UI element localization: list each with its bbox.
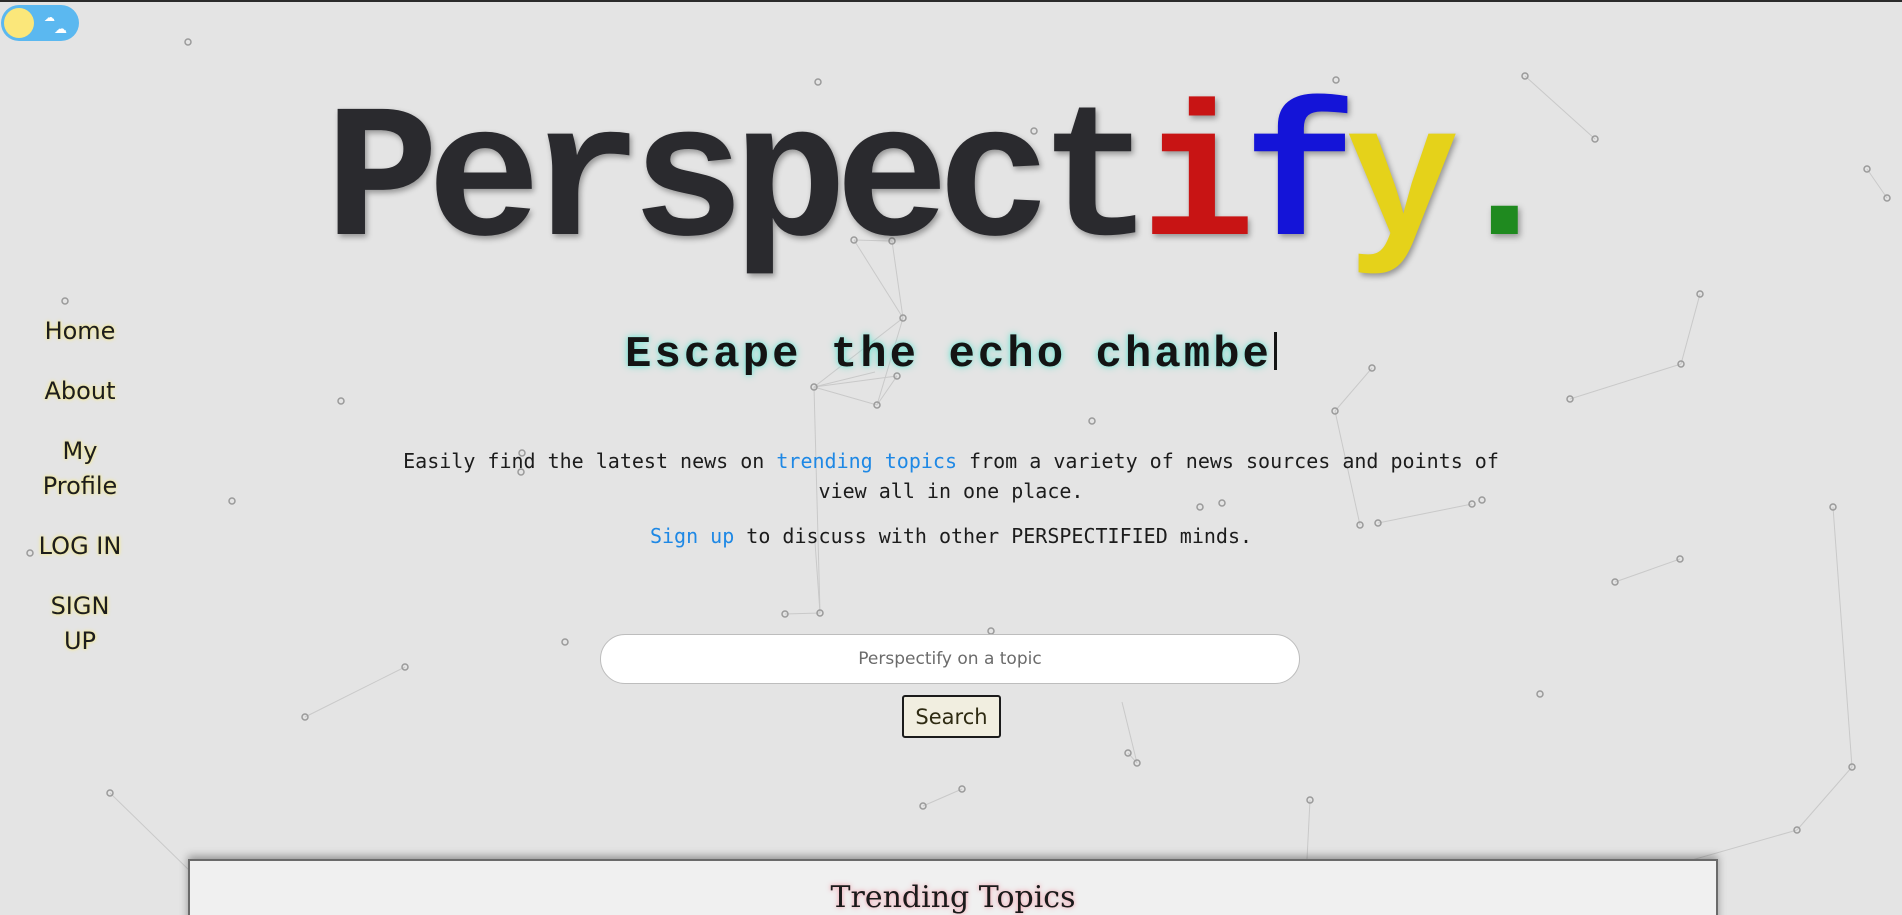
typing-cursor — [1273, 332, 1277, 370]
network-node — [1088, 417, 1096, 425]
hero-intro: Easily find the latest news on trending … — [390, 446, 1512, 551]
sign-up-link[interactable]: Sign up — [650, 524, 734, 548]
network-line — [1614, 558, 1681, 583]
logo-letter: i — [1141, 77, 1255, 292]
logo-letter: t — [1039, 77, 1153, 292]
network-line — [1866, 168, 1888, 199]
network-line — [304, 666, 406, 718]
intro-text-before: Easily find the latest news on — [403, 449, 777, 473]
network-line — [1832, 506, 1853, 768]
perspectify-logo[interactable]: Perspectify. — [325, 77, 1561, 292]
network-line — [922, 788, 963, 807]
search-input[interactable] — [600, 634, 1300, 684]
logo-letter: f — [1243, 77, 1357, 292]
nav-my-profile[interactable]: My Profile — [20, 434, 140, 504]
network-line — [1796, 766, 1853, 831]
network-node — [1536, 690, 1544, 698]
cloud-icon: ☁ — [54, 22, 67, 37]
intro-paragraph: Easily find the latest news on trending … — [390, 446, 1512, 506]
logo-letter: e — [427, 77, 541, 292]
logo-letter: c — [937, 77, 1051, 292]
network-node — [61, 297, 69, 305]
signup-paragraph: Sign up to discuss with other PERSPECTIF… — [390, 521, 1512, 551]
network-line — [1121, 701, 1138, 764]
logo-letter: e — [835, 77, 949, 292]
network-line — [813, 386, 878, 406]
network-node — [184, 38, 192, 46]
network-line — [784, 612, 821, 615]
logo-letter: P — [325, 77, 439, 292]
network-node — [228, 497, 236, 505]
nav-sign-up[interactable]: SIGN UP — [20, 589, 140, 659]
trending-topics-panel: Trending Topics — [188, 859, 1718, 915]
theme-toggle[interactable]: ☁ ☁ — [1, 5, 79, 41]
nav-log-in[interactable]: LOG IN — [20, 529, 140, 564]
network-node — [337, 397, 345, 405]
network-line — [876, 375, 898, 406]
hero-tagline: Escape the echo chambe — [0, 330, 1902, 380]
sun-icon — [4, 8, 34, 38]
logo-letter: s — [631, 77, 745, 292]
logo-letter: y — [1345, 77, 1459, 292]
nav-sign-up-line1: SIGN — [50, 592, 110, 620]
nav-my-profile-line1: My — [62, 437, 98, 465]
logo-letter: r — [529, 77, 643, 292]
nav-sign-up-line2: UP — [63, 627, 97, 655]
search-button[interactable]: Search — [902, 695, 1001, 738]
signup-text-after: to discuss with other PERSPECTIFIED mind… — [734, 524, 1253, 548]
logo-letter: p — [733, 77, 847, 292]
logo-letter: . — [1447, 77, 1561, 292]
nav-my-profile-line2: Profile — [42, 472, 118, 500]
trending-topics-title: Trending Topics — [830, 880, 1076, 915]
network-node — [561, 638, 569, 646]
tagline-text: Escape the echo chambe — [625, 330, 1272, 380]
trending-topics-link[interactable]: trending topics — [776, 449, 957, 473]
